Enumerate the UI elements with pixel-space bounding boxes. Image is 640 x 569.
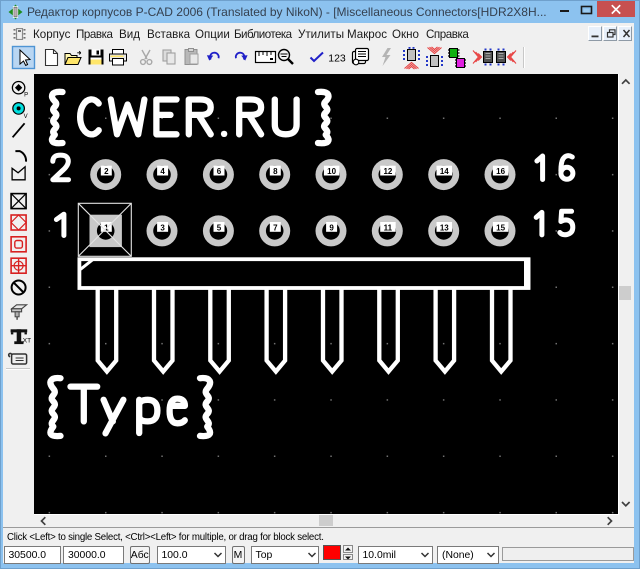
svg-text:13: 13	[440, 223, 449, 232]
svg-text:P: P	[24, 93, 28, 99]
svg-text:2: 2	[104, 167, 109, 176]
svg-text:9: 9	[329, 223, 334, 232]
svg-text:XT: XT	[23, 338, 31, 345]
svg-text:5: 5	[217, 223, 222, 232]
svg-text:11: 11	[384, 223, 393, 232]
svg-text:10: 10	[327, 167, 336, 176]
svg-text:V: V	[24, 114, 28, 120]
svg-text:12: 12	[383, 167, 392, 176]
svg-text:14: 14	[440, 167, 449, 176]
svg-text:3: 3	[160, 223, 165, 232]
svg-text:16: 16	[496, 167, 505, 176]
svg-text:7: 7	[273, 223, 278, 232]
svg-text:4: 4	[160, 167, 165, 176]
svg-text:6: 6	[217, 167, 222, 176]
svg-text:123: 123	[328, 53, 346, 65]
svg-text:15: 15	[496, 223, 505, 232]
svg-text:8: 8	[273, 167, 278, 176]
